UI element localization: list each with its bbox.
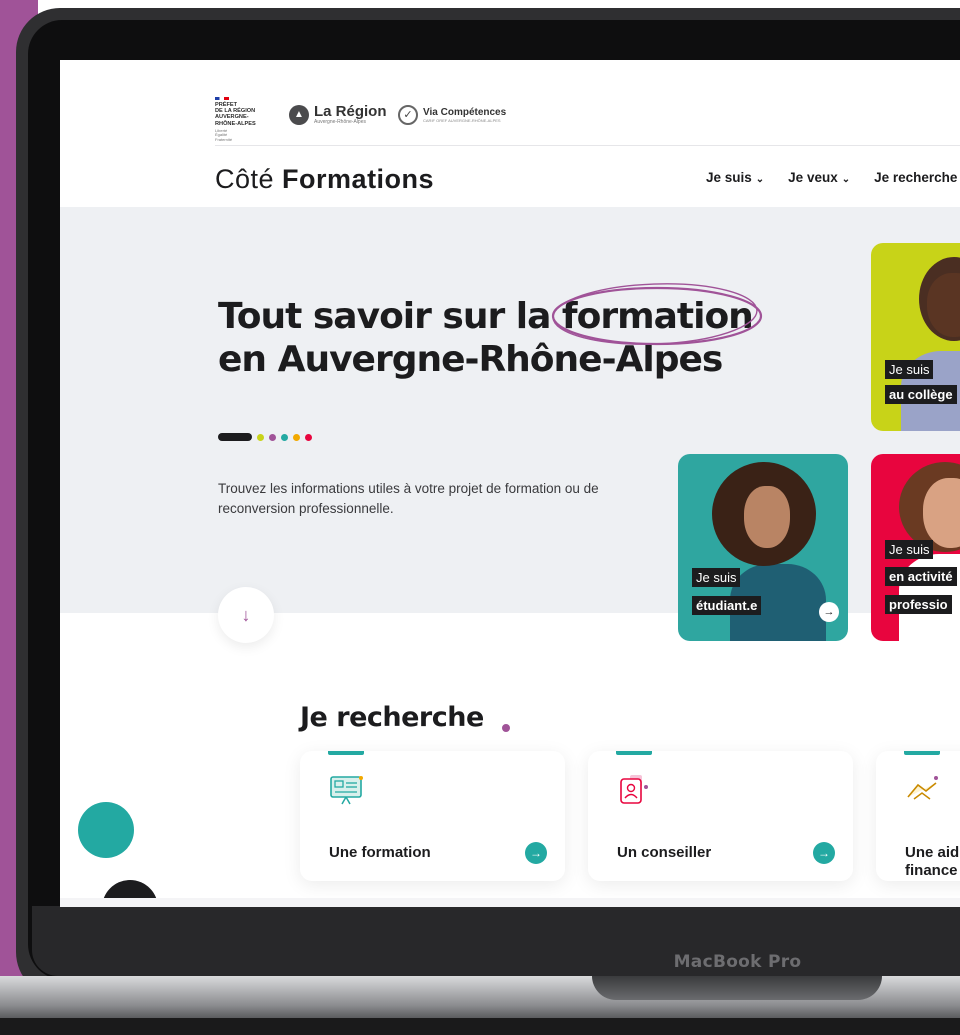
checkmark-icon: ✓ xyxy=(398,105,418,125)
profile-label: étudiant.e xyxy=(692,596,762,615)
nav-je-veux[interactable]: Je veux ⌄ xyxy=(788,170,850,185)
card-tab xyxy=(328,751,364,755)
region-sub: Auvergne-Rhône-Alpes xyxy=(314,119,366,125)
hero-subtitle: Trouvez les informations utiles à votre … xyxy=(218,481,599,516)
region-name: La Région xyxy=(314,103,387,120)
via-name: Via Compétences xyxy=(423,106,507,118)
chevron-down-icon: ⌄ xyxy=(755,174,765,185)
nav-je-suis[interactable]: Je suis ⌄ xyxy=(706,170,764,185)
prefet-logo[interactable]: PRÉFET DE LA RÉGION AUVERGNE- RHÔNE-ALPE… xyxy=(215,97,256,143)
brand-part1: Côté xyxy=(215,164,283,194)
dot xyxy=(305,433,312,441)
dot xyxy=(257,433,264,441)
profile-label: en activité xyxy=(885,567,957,586)
nav-label: Je veux xyxy=(788,170,838,185)
dot xyxy=(293,433,300,441)
profile-card-activite[interactable]: Je suis en activité professio xyxy=(871,454,960,641)
motto-line: Fraternité xyxy=(215,137,233,142)
profile-prefix: Je suis xyxy=(885,360,934,379)
dot xyxy=(281,433,288,441)
card-tab xyxy=(616,751,652,755)
nav-label: Je suis xyxy=(706,170,752,185)
page-bottom-edge xyxy=(60,898,960,907)
floating-teal-button[interactable] xyxy=(78,802,134,858)
header-divider xyxy=(215,145,960,146)
main-nav: Je suis ⌄ Je veux ⌄ Je recherche xyxy=(706,170,957,185)
arrow-right-icon[interactable]: → xyxy=(525,842,547,864)
profile-prefix: Je suis xyxy=(692,568,741,587)
laptop-hinge-notch xyxy=(592,976,882,1000)
browser-screen: PRÉFET DE LA RÉGION AUVERGNE- RHÔNE-ALPE… xyxy=(60,60,960,907)
search-card-aide-financement[interactable]: Une aid finance xyxy=(876,751,960,881)
profile-label: au collège xyxy=(885,385,957,404)
laptop-foot xyxy=(0,1018,960,1035)
via-competences-logo[interactable]: ✓ Via Compétences CARIF OREF AUVERGNE-RH… xyxy=(398,105,506,125)
search-card-formation[interactable]: Une formation → xyxy=(300,751,565,881)
card-label: Un conseiller xyxy=(617,844,712,861)
person-image xyxy=(744,486,790,548)
site-logo[interactable]: Côté Formations xyxy=(215,164,434,195)
card-label-line2: finance xyxy=(905,862,958,879)
macbook-label: MacBook Pro xyxy=(673,952,802,972)
chevron-down-icon: ⌄ xyxy=(841,174,851,185)
card-tab xyxy=(904,751,940,755)
arrow-down-icon: ↓ xyxy=(241,605,251,625)
advisor-icon xyxy=(620,775,648,804)
profile-label: professio xyxy=(885,595,952,614)
prefet-motto: Liberté Égalité Fraternité xyxy=(215,128,256,143)
profile-card-etudiant[interactable]: Je suis étudiant.e → xyxy=(678,454,848,641)
title-dot xyxy=(502,724,510,732)
prefet-line: RHÔNE-ALPES xyxy=(215,120,256,127)
brand-part2: Formations xyxy=(282,164,435,194)
mountain-icon: ▲ xyxy=(289,105,309,125)
via-sub: CARIF OREF AUVERGNE-RHÔNE-ALPES xyxy=(423,117,501,123)
card-label: Une aid finance xyxy=(905,844,959,880)
french-flag-icon xyxy=(215,97,229,100)
search-section-title: Je recherche xyxy=(300,702,484,733)
card-label-line1: Une aid xyxy=(905,844,960,861)
hand-drawn-circle-icon xyxy=(551,283,763,346)
profile-card-college[interactable]: Je suis au collège xyxy=(871,243,960,431)
profile-prefix: Je suis xyxy=(885,540,934,559)
decorative-dots xyxy=(218,433,312,441)
search-card-conseiller[interactable]: Un conseiller → xyxy=(588,751,853,881)
nav-je-recherche[interactable]: Je recherche xyxy=(874,170,957,185)
scroll-down-button[interactable]: ↓ xyxy=(218,587,274,643)
nav-label: Je recherche xyxy=(874,170,958,185)
handshake-icon xyxy=(907,776,938,800)
dot-bar xyxy=(218,433,252,441)
arrow-right-icon[interactable]: → xyxy=(813,842,835,864)
arrow-right-icon: → xyxy=(819,602,839,622)
training-icon xyxy=(330,776,363,805)
card-label: Une formation xyxy=(329,844,431,861)
region-logo[interactable]: ▲ La Région Auvergne-Rhône-Alpes xyxy=(289,104,387,126)
dot xyxy=(269,433,276,441)
